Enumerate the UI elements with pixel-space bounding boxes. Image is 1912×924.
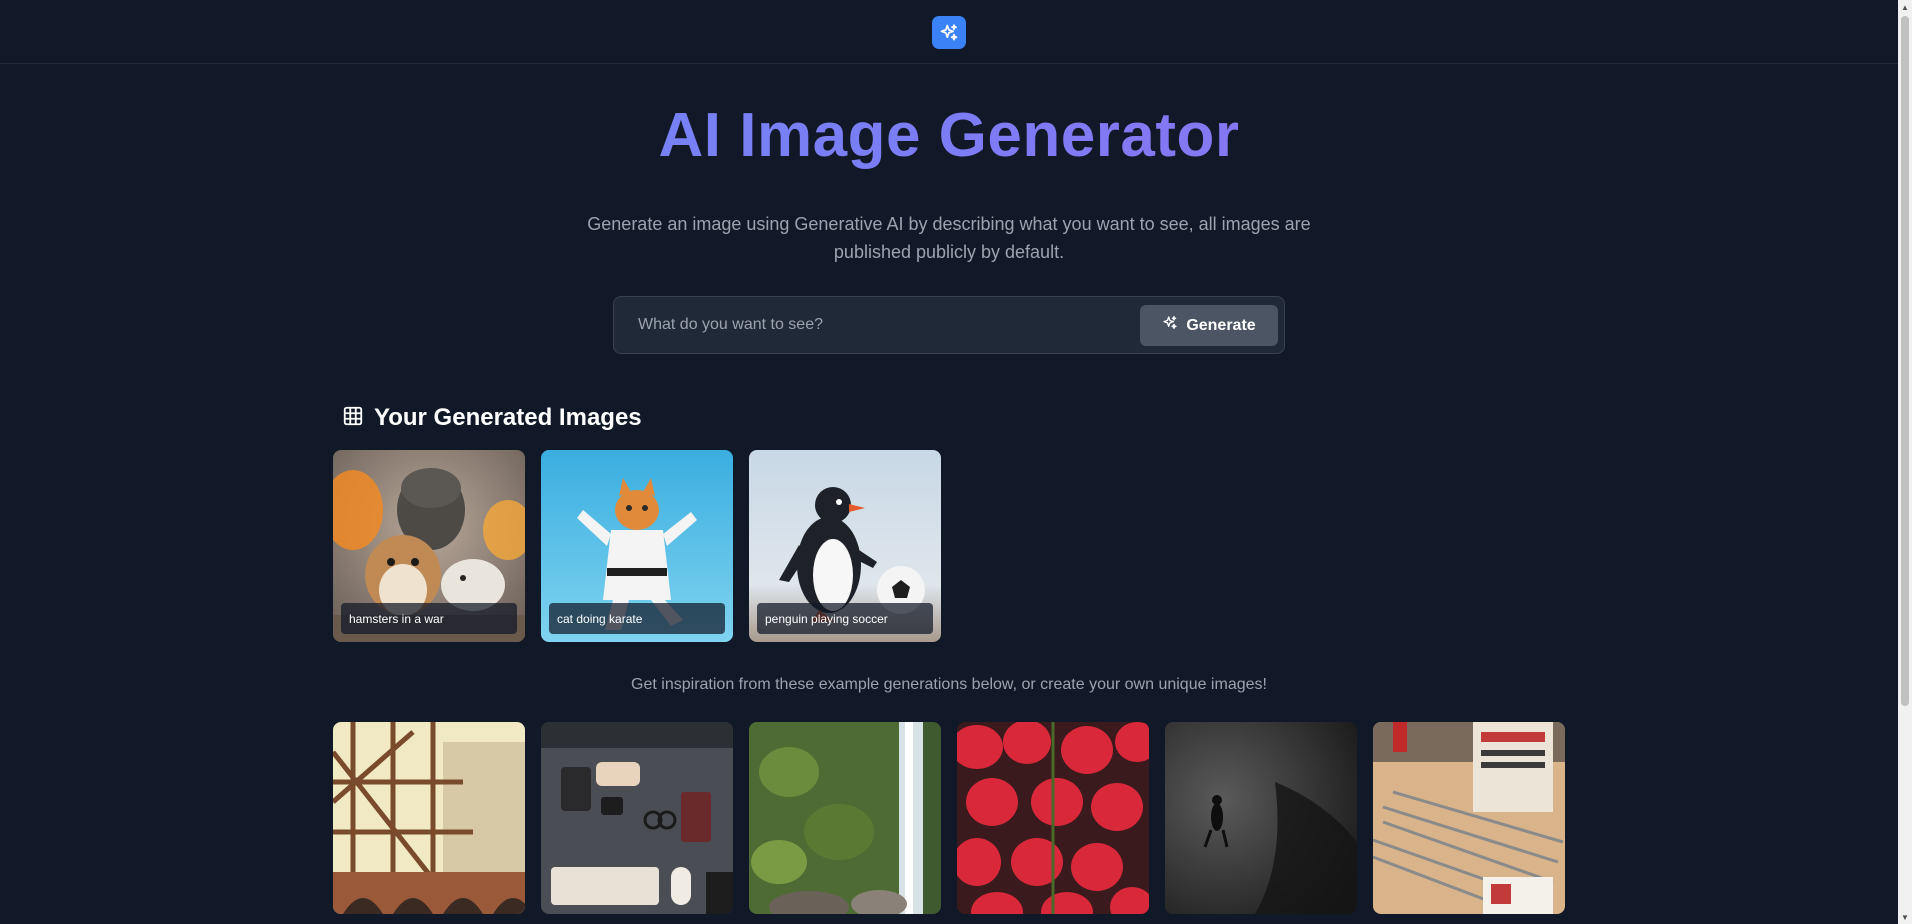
example-image-card[interactable] <box>333 722 525 914</box>
example-image <box>957 722 1149 914</box>
scroll-down-arrow-icon[interactable]: ▼ <box>1898 910 1912 924</box>
generated-image-card[interactable]: penguin playing soccer <box>749 450 941 642</box>
generated-section-heading: Your Generated Images <box>342 404 642 432</box>
generate-button-label: Generate <box>1186 316 1256 334</box>
example-image-card[interactable] <box>541 722 733 914</box>
grid-icon <box>342 405 364 432</box>
page-title: AI Image Generator <box>0 100 1898 171</box>
scroll-up-arrow-icon[interactable]: ▲ <box>1898 0 1912 14</box>
generated-image-card[interactable]: hamsters in a war <box>333 450 525 642</box>
sparkles-icon <box>1162 315 1178 336</box>
sparkles-icon[interactable] <box>932 16 966 49</box>
example-image <box>1165 722 1357 914</box>
top-bar <box>0 0 1898 64</box>
example-image-card[interactable] <box>749 722 941 914</box>
example-image <box>1373 722 1565 914</box>
image-caption: hamsters in a war <box>341 603 517 634</box>
generate-button[interactable]: Generate <box>1140 305 1278 346</box>
example-image-card[interactable] <box>1373 722 1565 914</box>
example-image <box>541 722 733 914</box>
inspiration-text: Get inspiration from these example gener… <box>631 676 1267 693</box>
image-caption: cat doing karate <box>549 603 725 634</box>
scrollbar-thumb[interactable] <box>1901 16 1909 706</box>
generated-image-card[interactable]: cat doing karate <box>541 450 733 642</box>
example-image <box>749 722 941 914</box>
image-caption: penguin playing soccer <box>757 603 933 634</box>
example-image-card[interactable] <box>1165 722 1357 914</box>
prompt-form: Generate <box>613 296 1285 354</box>
vertical-scrollbar[interactable]: ▲ ▼ <box>1898 0 1912 924</box>
example-image-card[interactable] <box>957 722 1149 914</box>
section-title: Your Generated Images <box>374 404 642 431</box>
prompt-input[interactable] <box>614 297 1134 353</box>
page: AI Image Generator Generate an image usi… <box>0 0 1912 924</box>
example-image <box>333 722 525 914</box>
page-subtitle: Generate an image using Generative AI by… <box>587 214 1311 262</box>
